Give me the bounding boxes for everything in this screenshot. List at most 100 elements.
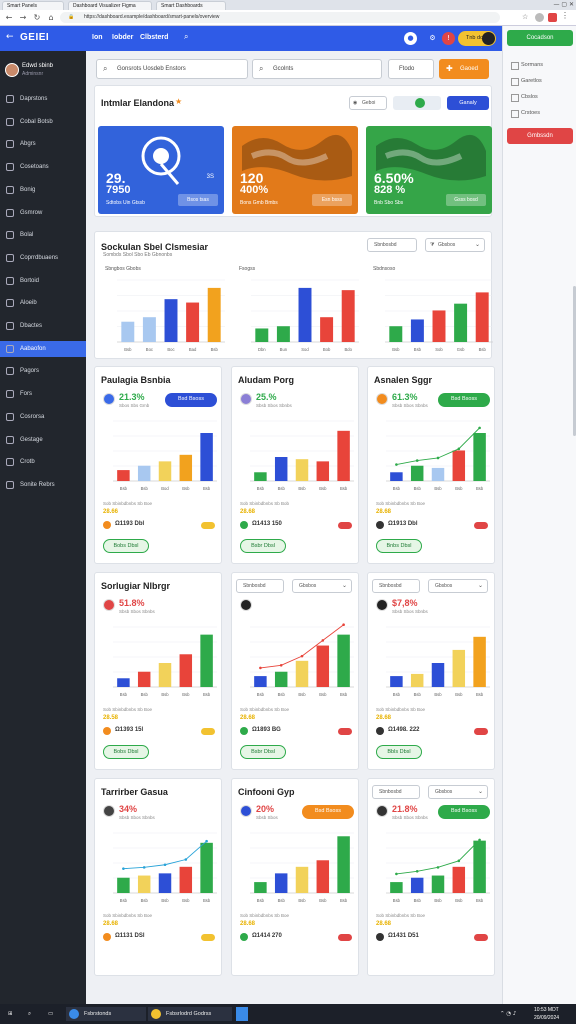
windows-icon[interactable]: ⊞: [8, 1007, 13, 1021]
card-toggle[interactable]: [338, 934, 352, 941]
sidebar-item[interactable]: Gestage: [0, 432, 86, 448]
bar[interactable]: [121, 321, 135, 342]
primary-button[interactable]: Ganaly: [447, 96, 489, 110]
bar[interactable]: [431, 875, 445, 893]
bar[interactable]: [452, 649, 466, 687]
bar[interactable]: [158, 873, 172, 893]
nav-link[interactable]: Ion: [92, 34, 103, 41]
search-input[interactable]: ⌕ Gonsrots Uosdeb Enstors: [96, 59, 248, 79]
bar[interactable]: [295, 459, 309, 481]
sidebar-item[interactable]: Aloeib: [0, 295, 86, 311]
window-controls[interactable]: — ▢ ✕: [534, 1, 574, 9]
bar[interactable]: [137, 671, 151, 687]
bar[interactable]: [164, 299, 178, 342]
bar[interactable]: [179, 866, 193, 893]
alert-button[interactable]: Gmbssdn: [507, 128, 573, 144]
bar[interactable]: [431, 467, 445, 481]
sidebar-item[interactable]: Pagors: [0, 363, 86, 379]
bar[interactable]: [179, 454, 193, 481]
kpi-card[interactable]: 120 400% Bons Gmb Bmbs Esn bsss: [232, 126, 358, 214]
card-link-button[interactable]: Bobs Dbsl: [103, 539, 149, 553]
card-toggle[interactable]: [338, 728, 352, 735]
bar[interactable]: [295, 660, 309, 687]
card-toggle[interactable]: [474, 934, 488, 941]
bar[interactable]: [320, 317, 334, 342]
card-toggle[interactable]: [201, 934, 215, 941]
bar[interactable]: [431, 663, 445, 687]
card-link-button[interactable]: Bnbs Dbsl: [376, 539, 422, 553]
bar[interactable]: [276, 326, 290, 342]
bar[interactable]: [390, 472, 403, 481]
bar[interactable]: [410, 319, 424, 342]
period-select[interactable]: Sbnbosbd: [372, 579, 420, 593]
bar[interactable]: [186, 302, 200, 342]
bar[interactable]: [473, 636, 486, 687]
sidebar-item[interactable]: Cosrorsa: [0, 409, 86, 425]
gear-icon[interactable]: ⚙: [426, 32, 439, 45]
card-toggle[interactable]: [201, 522, 215, 529]
bar[interactable]: [316, 645, 330, 687]
bar[interactable]: [298, 287, 312, 342]
browser-tab[interactable]: Smart Panels: [2, 1, 64, 10]
bar[interactable]: [274, 873, 288, 893]
card-button[interactable]: Bsd Bsoss: [302, 805, 354, 819]
right-item[interactable]: Sormans: [511, 62, 543, 70]
bar[interactable]: [452, 866, 466, 893]
group-select[interactable]: Gbsbos ⌄: [428, 579, 488, 593]
kpi-card[interactable]: 29. 7950 3S Sdtobs Uin Gtssb Bsos tsas: [98, 126, 224, 214]
bar[interactable]: [295, 866, 309, 893]
group-select[interactable]: Gbsbos ⌄: [428, 785, 488, 799]
bar[interactable]: [200, 433, 213, 481]
reload-icon[interactable]: ↻: [32, 12, 42, 23]
sidebar-item[interactable]: Gsmrow: [0, 205, 86, 221]
avatar[interactable]: [5, 63, 19, 77]
kpi-button[interactable]: Gsss bosd: [446, 194, 486, 206]
home-icon[interactable]: ⌂: [46, 12, 56, 23]
bar[interactable]: [274, 671, 288, 687]
bar[interactable]: [117, 678, 130, 687]
bar[interactable]: [337, 836, 350, 893]
bar[interactable]: [316, 860, 330, 893]
profile-icon[interactable]: [535, 13, 544, 22]
bar[interactable]: [254, 472, 267, 481]
bar[interactable]: [337, 634, 350, 687]
bar[interactable]: [389, 326, 403, 342]
sidebar-item[interactable]: Fors: [0, 386, 86, 402]
user-badge[interactable]: Tnb dct: [458, 31, 496, 46]
sidebar-item[interactable]: Bonig: [0, 182, 86, 198]
bar[interactable]: [117, 470, 130, 481]
period-select[interactable]: Sbnbosbd: [236, 579, 284, 593]
bar[interactable]: [337, 430, 350, 481]
app-icon[interactable]: [236, 1007, 248, 1021]
action-button[interactable]: ✚ Gaoed: [439, 59, 489, 79]
card-toggle[interactable]: [338, 522, 352, 529]
nav-link[interactable]: Clbsterd: [140, 34, 168, 41]
sidebar-item[interactable]: Bolal: [0, 227, 86, 243]
bar[interactable]: [473, 433, 486, 481]
bar[interactable]: [475, 292, 489, 342]
card-toggle[interactable]: [474, 522, 488, 529]
notification-icon[interactable]: !: [442, 32, 455, 45]
bar[interactable]: [454, 303, 468, 342]
right-item[interactable]: Garetlos: [511, 78, 542, 86]
sidebar-item[interactable]: Daprstons: [0, 91, 86, 107]
url-field[interactable]: 🔒 https://dashboard.example/dashboard/sm…: [60, 12, 500, 23]
bar[interactable]: [179, 654, 193, 687]
back-arrow-icon[interactable]: ←: [6, 32, 14, 42]
card-toggle[interactable]: [201, 728, 215, 735]
card-button[interactable]: Bsd Bsoss: [438, 805, 490, 819]
bar[interactable]: [137, 875, 151, 893]
bar[interactable]: [274, 457, 288, 481]
card-link-button[interactable]: Bobs Dbsl: [103, 745, 149, 759]
toggle-switch[interactable]: [393, 96, 441, 110]
bar[interactable]: [432, 310, 446, 342]
sidebar-item[interactable]: Coprrdbuaens: [0, 250, 86, 266]
bar[interactable]: [142, 317, 156, 342]
filter-button[interactable]: Ftodo: [388, 59, 434, 79]
right-top-button[interactable]: Cocadson: [507, 30, 573, 46]
card-button[interactable]: Bsd Bsoss: [438, 393, 490, 407]
group-select[interactable]: Gbsbos ⌄: [292, 579, 352, 593]
bar[interactable]: [200, 634, 213, 687]
taskbar-app[interactable]: Fsbrstonds: [66, 1007, 146, 1021]
kpi-card[interactable]: 6.50% 828 % Bnb Sbo Sbs Gsss bosd: [366, 126, 492, 214]
